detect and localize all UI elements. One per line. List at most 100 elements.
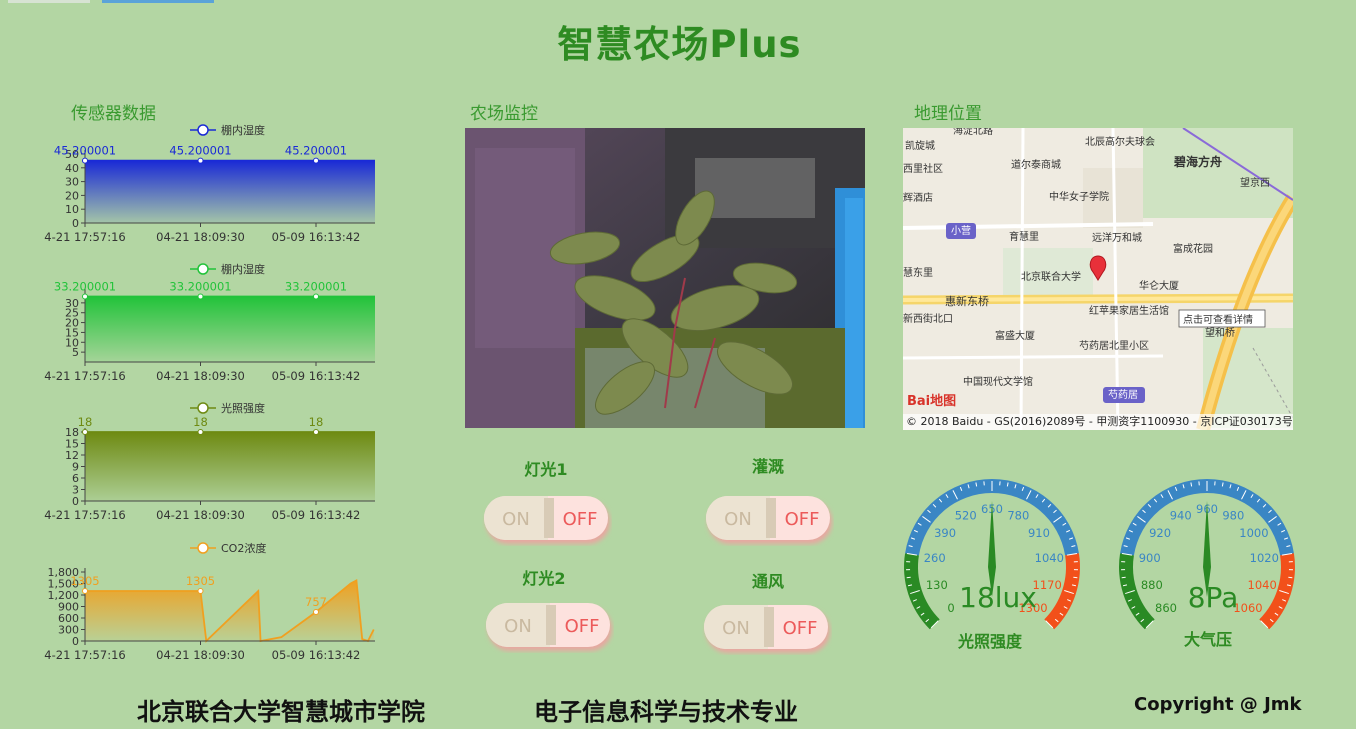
temperature-chart: 棚内湿度 5 10 15 20 25 30 4-21 17:57:16 04-21 18:09:… [40,259,385,389]
data-point [313,157,319,164]
x-tick-label: 05-09 16:13:42 [272,648,361,662]
data-point [82,293,88,300]
browser-tab[interactable] [8,0,90,3]
gauge-tick-label: 1040 [1035,551,1064,565]
switch-off-label: OFF [785,509,820,530]
x-tick-label: 4-21 17:57:16 [44,508,125,522]
gauge-value: 18lux [959,581,1037,614]
light1-toggle[interactable]: ON OFF [482,494,612,546]
data-point [313,429,319,435]
map-label: 海淀北路 [953,128,993,137]
humidity-chart: 棚内湿度 0 10 20 30 40 50 4-21 17:57:16 04-21 18:09:… [40,120,385,250]
switch-label-ventilation: 通风 [751,572,784,591]
gauge-tick-label: 920 [1149,526,1171,540]
series-area [85,160,375,223]
y-tick-label: 12 [65,449,79,462]
switch-label-irrigation: 灌溉 [751,457,784,476]
gauge-label-light: 光照强度 [957,632,1022,651]
map-label: 富盛大厦 [995,329,1035,342]
section-title-monitor: 农场监控 [470,104,538,124]
switch-label-light1: 灯光1 [524,460,568,479]
map-label: 富成花园 [1173,242,1213,255]
data-point [82,157,88,164]
map-label: 小营 [951,224,971,237]
map-label: 道尔泰商城 [1011,158,1061,171]
data-label: 757 [305,595,327,609]
gauge-tick-label: 1040 [1248,578,1277,592]
y-tick-label: 6 [72,472,79,485]
gauge-tick-label: 260 [924,551,946,565]
gauge-value: 8Pa [1188,581,1239,614]
map-label: 红苹果家居生活馆 [1089,304,1169,317]
data-label: 33.200001 [285,280,347,294]
data-point [313,608,319,615]
x-tick-label: 4-21 17:57:16 [44,369,125,383]
y-tick-label: 20 [65,189,79,202]
gauge-tick [906,576,911,579]
x-tick-label: 04-21 18:09:30 [156,648,245,662]
gauge-tick-label: 0 [947,601,954,615]
x-tick-label: 4-21 17:57:16 [44,648,125,662]
gauge-tick-label: 910 [1028,526,1050,540]
map-label: 中国现代文学馆 [963,375,1033,388]
y-tick-label: 9 [72,461,79,474]
y-tick-label: 3 [72,484,79,497]
map-label: 育慧里 [1009,230,1039,243]
data-point [197,429,204,435]
x-tick-label: 05-09 16:13:42 [272,369,361,383]
browser-tab-active[interactable] [102,0,214,3]
gauge-tick-label: 520 [955,508,977,522]
legend-label: 光照强度 [221,401,265,415]
map-label: 点击可查看详情 [1183,313,1253,326]
gauge-tick [1121,576,1126,579]
ventilation-toggle[interactable]: ON OFF [702,603,832,655]
data-point [197,293,204,300]
gauge-tick [1073,576,1078,579]
map-label: 远洋万和城 [1092,231,1142,244]
y-tick-label: 10 [65,203,79,216]
gauge-tick-label: 1000 [1239,526,1268,540]
switch-off-label: OFF [565,616,600,637]
gauge-tick [1288,576,1293,579]
gauge-tick-label: 1170 [1033,578,1062,592]
x-tick-label: 04-21 18:09:30 [156,230,245,244]
light2-toggle[interactable]: ON OFF [484,601,614,653]
map-label: 北辰高尔夫球会 [1085,135,1155,148]
gauge-tick-label: 390 [934,526,956,540]
switch-on-label: ON [502,509,530,530]
legend-label: 棚内湿度 [221,262,265,276]
gauge-label-pressure: 大气压 [1183,630,1232,649]
data-label: 45.200001 [285,144,347,158]
footer-school: 北京联合大学智慧城市学院 [137,698,425,726]
switch-on-label: ON [504,616,532,637]
gauge-tick-label: 940 [1170,508,1192,522]
map-label: 碧海方舟 [1173,154,1222,169]
y-tick-label: 30 [65,176,79,189]
baidu-map[interactable]: 海淀北路 凯旋城 北辰高尔夫球会 西里社区 道尔泰商城 碧海方舟 望京西 辉酒店 中华女子学院小… [903,128,1293,430]
data-label: 45.200001 [169,144,231,158]
data-label: 1305 [186,574,215,588]
y-tick-label: 600 [58,612,79,625]
map-label: 辉酒店 [903,191,933,204]
light-gauge: 013026039052065078091010401170130018lux [897,472,1087,642]
pressure-gauge: 86088090092094096098010001020104010608Pa [1112,472,1302,642]
irrigation-toggle[interactable]: ON OFF [704,494,834,546]
x-tick-label: 05-09 16:13:42 [272,508,361,522]
switch-on-label: ON [724,509,752,530]
co2-chart: CO2浓度 0 300 600 900 1,200 1,500 1,800 4-21 17:57… [40,538,385,668]
data-label: 33.200001 [169,280,231,294]
footer-major: 电子信息科学与技术专业 [534,698,798,726]
series-area [85,432,375,501]
y-tick-label: 40 [65,162,79,175]
map-label: 北京联合大学 [1021,270,1081,283]
camera-feed[interactable] [465,128,865,428]
map-copyright: © 2018 Baidu - GS(2016)2089号 - 甲测资字11009… [906,415,1293,428]
data-point [197,587,204,594]
data-label: 45.200001 [54,144,116,158]
y-tick-label: 1,200 [48,589,80,602]
data-label: 18 [309,415,324,429]
map-label: 惠新东桥 [945,294,989,308]
map-label: 芍药居北里小区 [1079,339,1149,352]
light-chart: 光照强度 0 3 6 9 12 15 18 4-21 17:57:16 04-21 18:09:3… [40,398,385,528]
data-label: 33.200001 [54,280,116,294]
